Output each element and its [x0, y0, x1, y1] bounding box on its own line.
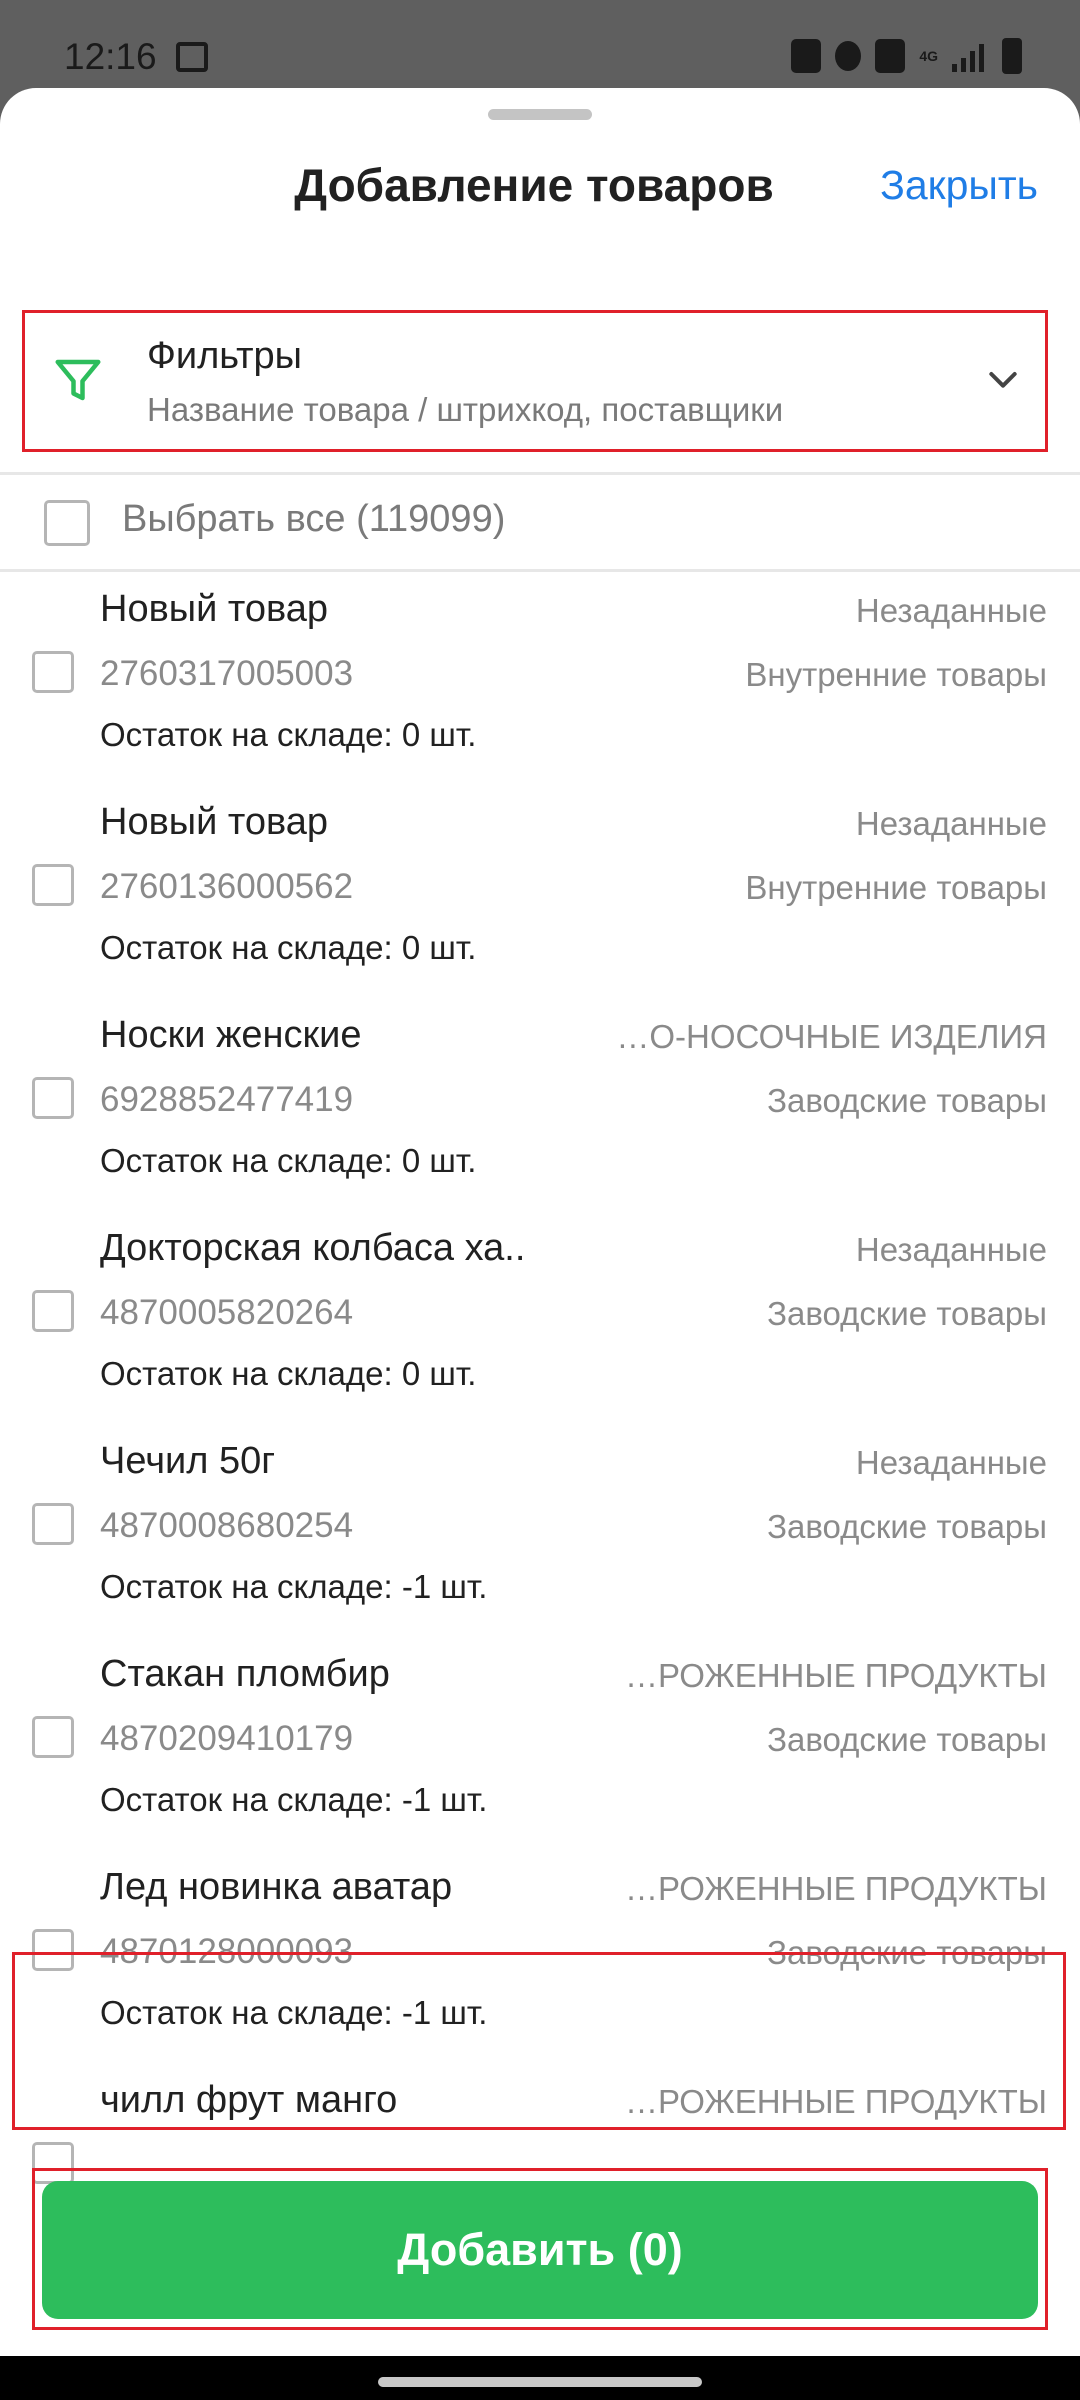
list-item[interactable]: Лед новинка аватар …РОЖЕННЫЕ ПРОДУКТЫ 48…	[0, 1856, 1080, 2069]
product-group: Внутренние товары	[745, 656, 1047, 693]
product-name: Стакан пломбир	[100, 1653, 390, 1695]
product-stock: Остаток на складе: 0 шт.	[100, 929, 477, 966]
product-category: Незаданные	[855, 1231, 1047, 1268]
list-item[interactable]: Новый товар Незаданные 2760136000562 Вну…	[0, 791, 1080, 1004]
filter-icon	[55, 359, 101, 401]
product-name: Новый товар	[100, 588, 328, 630]
product-barcode: 4870209410179	[100, 1719, 354, 1758]
product-category: Незаданные	[855, 592, 1047, 629]
product-group: Заводские товары	[767, 1082, 1047, 1119]
product-barcode: 4870008680254	[100, 1506, 354, 1545]
list-item[interactable]: Чечил 50г Незаданные 4870008680254 Завод…	[0, 1430, 1080, 1643]
product-barcode: 2760136000562	[100, 867, 354, 906]
filters-subtitle: Название товара / штрихкод, поставщики	[147, 391, 784, 428]
product-stock: Остаток на складе: 0 шт.	[100, 1142, 477, 1179]
item-checkbox[interactable]	[32, 1290, 74, 1332]
product-name: чилл фрут манго	[100, 2079, 398, 2121]
item-checkbox[interactable]	[32, 1503, 74, 1545]
product-barcode: 4870128000093	[100, 1932, 354, 1971]
product-group: Внутренние товары	[745, 869, 1047, 906]
status-icons: 4G	[791, 38, 1022, 74]
product-group: Заводские товары	[767, 1295, 1047, 1332]
product-name: Докторская колбаса ха..	[100, 1227, 526, 1269]
select-all-checkbox[interactable]	[44, 500, 90, 546]
product-stock: Остаток на складе: 0 шт.	[100, 1355, 477, 1392]
list-item[interactable]: Новый товар Незаданные 2760317005003 Вну…	[0, 578, 1080, 791]
sheet-drag-handle[interactable]	[488, 109, 592, 120]
product-category: Незаданные	[855, 1444, 1047, 1481]
network-type: 4G	[919, 48, 938, 64]
product-category: …О-НОСОЧНЫЕ ИЗДЕЛИЯ	[616, 1018, 1047, 1055]
list-item[interactable]: Стакан пломбир …РОЖЕННЫЕ ПРОДУКТЫ 487020…	[0, 1643, 1080, 1856]
item-checkbox[interactable]	[32, 651, 74, 693]
chevron-down-icon[interactable]	[983, 359, 1023, 399]
product-stock: Остаток на складе: -1 шт.	[100, 1568, 488, 1605]
filters-title: Фильтры	[147, 335, 302, 377]
item-checkbox[interactable]	[32, 1929, 74, 1971]
product-name: Лед новинка аватар	[100, 1866, 453, 1908]
mute-icon	[875, 39, 906, 73]
product-name: Носки женские	[100, 1014, 362, 1056]
home-gesture-handle[interactable]	[378, 2377, 702, 2387]
select-all-label: Выбрать все (119099)	[122, 498, 506, 540]
divider	[0, 472, 1080, 475]
battery-icon	[1002, 38, 1022, 74]
product-stock: Остаток на складе: -1 шт.	[100, 1781, 488, 1818]
filters-panel[interactable]: Фильтры Название товара / штрихкод, пост…	[22, 310, 1048, 452]
product-barcode: 6928852477419	[100, 1080, 354, 1119]
battery-saver-icon	[791, 39, 822, 73]
product-category: …РОЖЕННЫЕ ПРОДУКТЫ	[625, 1870, 1047, 1907]
product-barcode: 2760317005003	[100, 654, 354, 693]
image-icon	[176, 42, 208, 72]
product-name: Новый товар	[100, 801, 328, 843]
status-bar: 12:16 4G	[0, 0, 1080, 88]
product-category: …РОЖЕННЫЕ ПРОДУКТЫ	[625, 1657, 1047, 1694]
item-checkbox[interactable]	[32, 1077, 74, 1119]
product-category: Незаданные	[855, 805, 1047, 842]
status-time: 12:16	[64, 36, 157, 77]
item-checkbox[interactable]	[32, 864, 74, 906]
product-name: Чечил 50г	[100, 1440, 276, 1482]
product-barcode: 4870005820264	[100, 1293, 354, 1332]
product-category: …РОЖЕННЫЕ ПРОДУКТЫ	[625, 2083, 1047, 2120]
alarm-icon	[835, 41, 862, 71]
list-item[interactable]: Докторская колбаса ха.. Незаданные 48700…	[0, 1217, 1080, 1430]
product-stock: Остаток на складе: 0 шт.	[100, 716, 477, 753]
product-group: Заводские товары	[767, 1508, 1047, 1545]
select-all-row[interactable]: Выбрать все (119099)	[0, 478, 1080, 564]
close-button[interactable]: Закрыть	[880, 162, 1038, 209]
divider	[0, 569, 1080, 572]
signal-icon	[952, 40, 988, 72]
list-item[interactable]: Носки женские …О-НОСОЧНЫЕ ИЗДЕЛИЯ 692885…	[0, 1004, 1080, 1217]
product-stock: Остаток на складе: -1 шт.	[100, 1994, 488, 2031]
add-button[interactable]: Добавить (0)	[42, 2181, 1038, 2319]
product-group: Заводские товары	[767, 1934, 1047, 1971]
bottom-sheet: Добавление товаров Закрыть Фильтры Назва…	[0, 88, 1080, 2356]
product-group: Заводские товары	[767, 1721, 1047, 1758]
item-checkbox[interactable]	[32, 1716, 74, 1758]
